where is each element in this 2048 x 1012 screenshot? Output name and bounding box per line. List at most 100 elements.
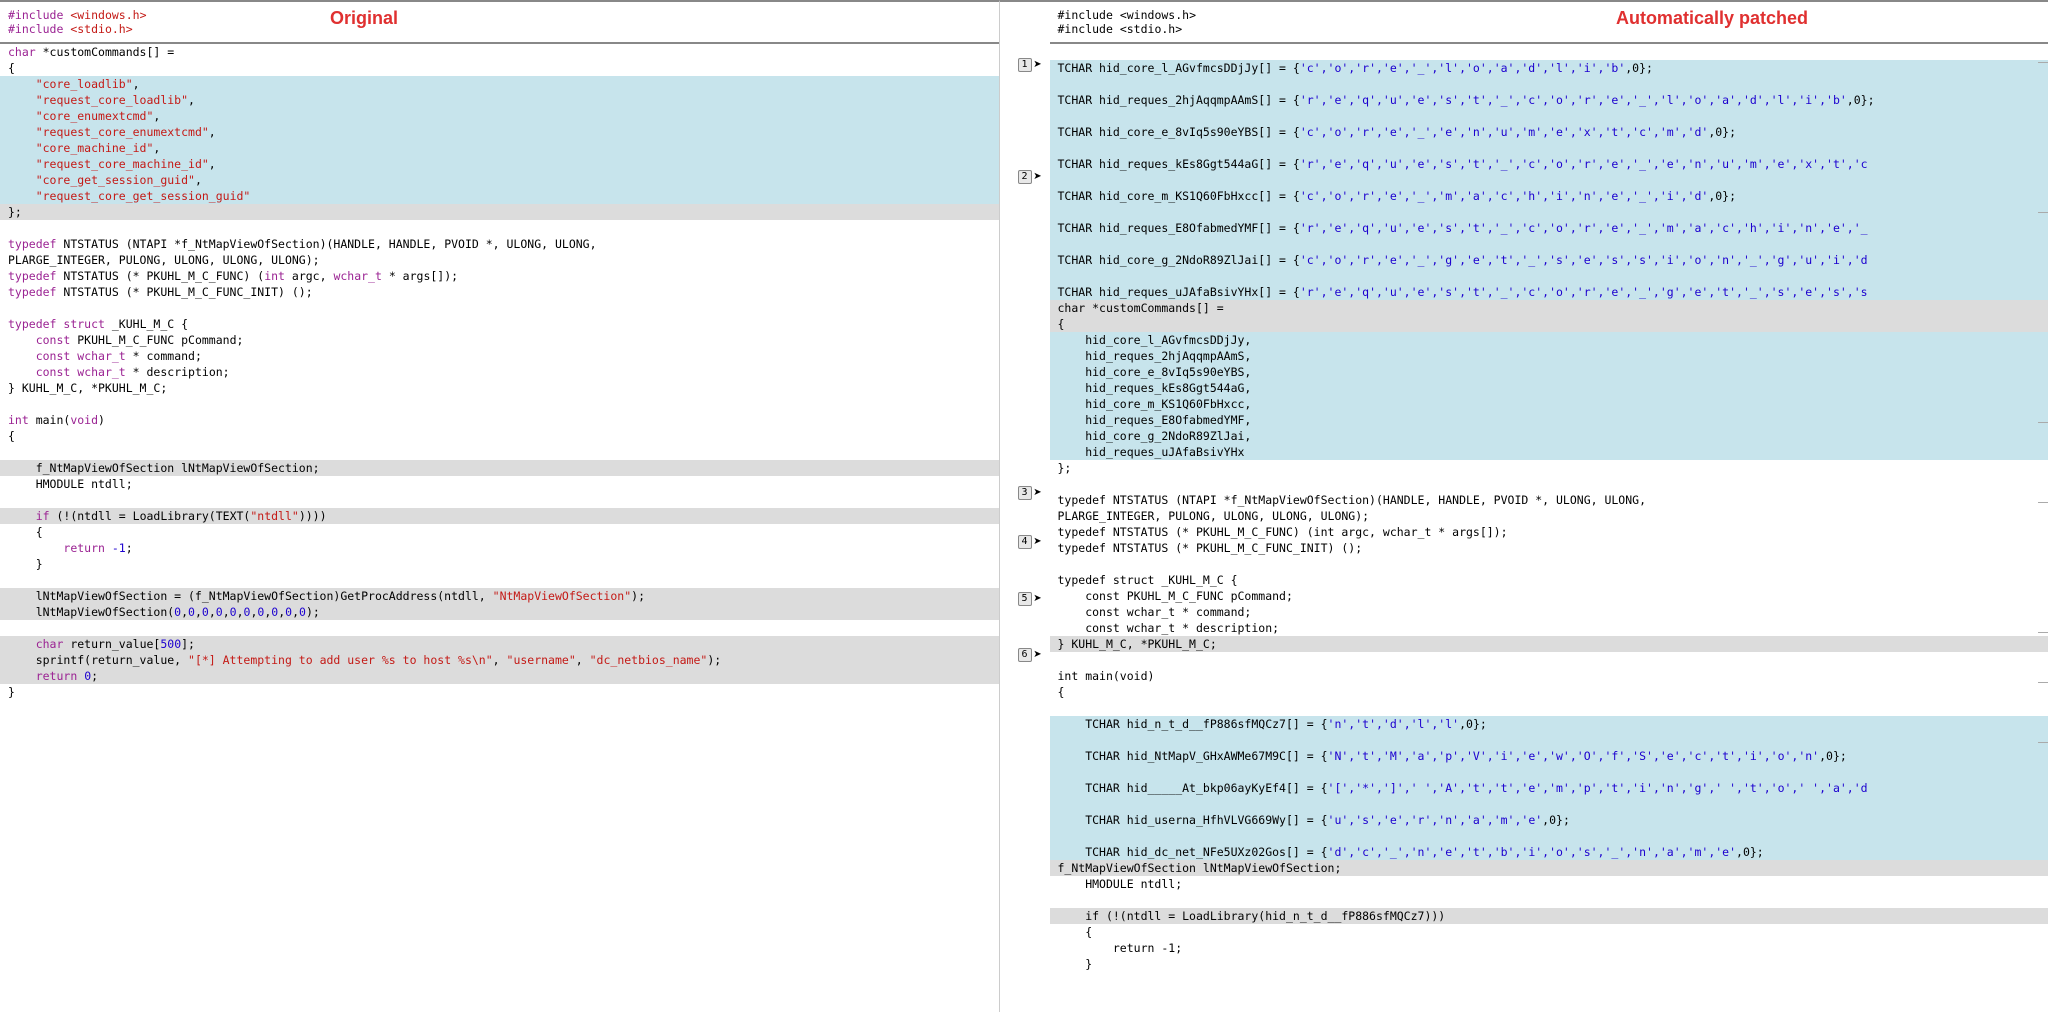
code-line: lNtMapViewOfSection(0,0,0,0,0,0,0,0,0,0)… [0,604,999,620]
left-includes: #include <windows.h> #include <stdio.h> [0,2,999,44]
code-line: PLARGE_INTEGER, PULONG, ULONG, ULONG, UL… [1050,508,2048,524]
original-title: Original [330,8,398,29]
arrow-right-icon: ➤ [1034,169,1042,185]
code-line: TCHAR hid_dc_net_NFe5UXz02Gos[] = {'d','… [1050,844,2048,860]
code-line: "request_core_loadlib", [0,92,999,108]
code-line [1050,892,2048,908]
code-line: PLARGE_INTEGER, PULONG, ULONG, ULONG, UL… [0,252,999,268]
code-line [0,220,999,236]
code-line: typedef NTSTATUS (NTAPI *f_NtMapViewOfSe… [1050,492,2048,508]
code-line: char *customCommands[] = [1050,300,2048,316]
code-line: "core_loadlib", [0,76,999,92]
diff-connector-badge: 3 [1018,486,1032,500]
diff-connector-2: 2➤ [1000,168,1050,185]
code-line: TCHAR hid_reques_uJAfaBsivYHx[] = {'r','… [1050,284,2048,300]
code-line: hid_core_e_8vIq5s90eYBS, [1050,364,2048,380]
code-line: }; [0,204,999,220]
code-line: if (!(ntdll = LoadLibrary(hid_n_t_d__fP8… [1050,908,2048,924]
code-line: const wchar_t * command; [1050,604,2048,620]
arrow-right-icon: ➤ [1034,57,1042,73]
code-line: } [0,684,999,700]
code-line: hid_core_l_AGvfmcsDDjJy, [1050,332,2048,348]
code-line: TCHAR hid_core_g_2NdoR89ZlJai[] = {'c','… [1050,252,2048,268]
code-line: TCHAR hid_core_m_KS1Q60FbHxcc[] = {'c','… [1050,188,2048,204]
diff-connector-5: 5➤ [1000,590,1050,607]
code-line: hid_reques_uJAfaBsivYHx [1050,444,2048,460]
code-line: lNtMapViewOfSection = (f_NtMapViewOfSect… [0,588,999,604]
code-line: TCHAR hid_n_t_d__fP886sfMQCz7[] = {'n','… [1050,716,2048,732]
code-line: hid_reques_2hjAqqmpAAmS, [1050,348,2048,364]
code-line: return -1; [1050,940,2048,956]
diff-gutter: 1➤2➤3➤4➤5➤6➤ [1000,0,1050,1012]
diff-connector-6: 6➤ [1000,646,1050,663]
code-line: const wchar_t * description; [1050,620,2048,636]
code-line [1050,236,2048,252]
code-line: char *customCommands[] = [0,44,999,60]
code-line: { [0,428,999,444]
code-line: } [0,556,999,572]
code-line: char return_value[500]; [0,636,999,652]
right-code-block: TCHAR hid_core_l_AGvfmcsDDjJy[] = {'c','… [1050,44,2048,972]
diff-connector-badge: 5 [1018,592,1032,606]
original-pane: Original #include <windows.h> #include <… [0,0,1000,1012]
code-line: "request_core_machine_id", [0,156,999,172]
code-line: TCHAR hid_userna_HfhVLVG669Wy[] = {'u','… [1050,812,2048,828]
code-line: } KUHL_M_C, *PKUHL_M_C; [1050,636,2048,652]
code-line: typedef struct _KUHL_M_C { [1050,572,2048,588]
code-line [0,492,999,508]
code-line [1050,108,2048,124]
arrow-right-icon: ➤ [1034,534,1042,550]
code-line [1050,556,2048,572]
code-line: TCHAR hid_____At_bkp06ayKyEf4[] = {'[','… [1050,780,2048,796]
diff-connector-badge: 1 [1018,58,1032,72]
diff-connector-3: 3➤ [1000,484,1050,501]
code-line [1050,204,2048,220]
code-line [1050,796,2048,812]
code-line: TCHAR hid_NtMapV_GHxAWMe67M9C[] = {'N','… [1050,748,2048,764]
code-line: { [0,60,999,76]
code-line: typedef NTSTATUS (NTAPI *f_NtMapViewOfSe… [0,236,999,252]
code-line [1050,172,2048,188]
code-line [1050,764,2048,780]
right-scroll-markers [2038,2,2048,1012]
code-line: hid_core_g_2NdoR89ZlJai, [1050,428,2048,444]
code-line: sprintf(return_value, "[*] Attempting to… [0,652,999,668]
code-line [0,572,999,588]
patched-pane: Automatically patched #include <windows.… [1050,0,2048,1012]
code-line: int main(void) [0,412,999,428]
code-line: f_NtMapViewOfSection lNtMapViewOfSection… [0,460,999,476]
arrow-right-icon: ➤ [1034,647,1042,663]
code-line: "core_get_session_guid", [0,172,999,188]
code-line: hid_reques_E8OfabmedYMF, [1050,412,2048,428]
code-line [1050,700,2048,716]
code-line [0,396,999,412]
code-line: { [1050,684,2048,700]
code-line: hid_reques_kEs8Ggt544aG, [1050,380,2048,396]
diff-connector-badge: 4 [1018,535,1032,549]
code-line: const wchar_t * command; [0,348,999,364]
code-line: HMODULE ntdll; [0,476,999,492]
code-line [1050,268,2048,284]
code-line: typedef NTSTATUS (* PKUHL_M_C_FUNC_INIT)… [1050,540,2048,556]
code-line [0,444,999,460]
code-line: } [1050,956,2048,972]
patched-title: Automatically patched [1616,8,1808,29]
code-line [0,300,999,316]
code-line: TCHAR hid_reques_2hjAqqmpAAmS[] = {'r','… [1050,92,2048,108]
code-line: return -1; [0,540,999,556]
diff-connector-badge: 2 [1018,170,1032,184]
arrow-right-icon: ➤ [1034,485,1042,501]
code-line: const wchar_t * description; [0,364,999,380]
code-line: const PKUHL_M_C_FUNC pCommand; [1050,588,2048,604]
code-line: { [0,524,999,540]
code-line: typedef NTSTATUS (* PKUHL_M_C_FUNC) (int… [1050,524,2048,540]
code-line [1050,76,2048,92]
code-line: f_NtMapViewOfSection lNtMapViewOfSection… [1050,860,2048,876]
code-line: "request_core_enumextcmd", [0,124,999,140]
arrow-right-icon: ➤ [1034,591,1042,607]
code-line: typedef NTSTATUS (* PKUHL_M_C_FUNC) (int… [0,268,999,284]
right-includes: #include <windows.h> #include <stdio.h> [1050,2,2048,44]
code-line [1050,476,2048,492]
code-line: } KUHL_M_C, *PKUHL_M_C; [0,380,999,396]
code-line: "core_enumextcmd", [0,108,999,124]
